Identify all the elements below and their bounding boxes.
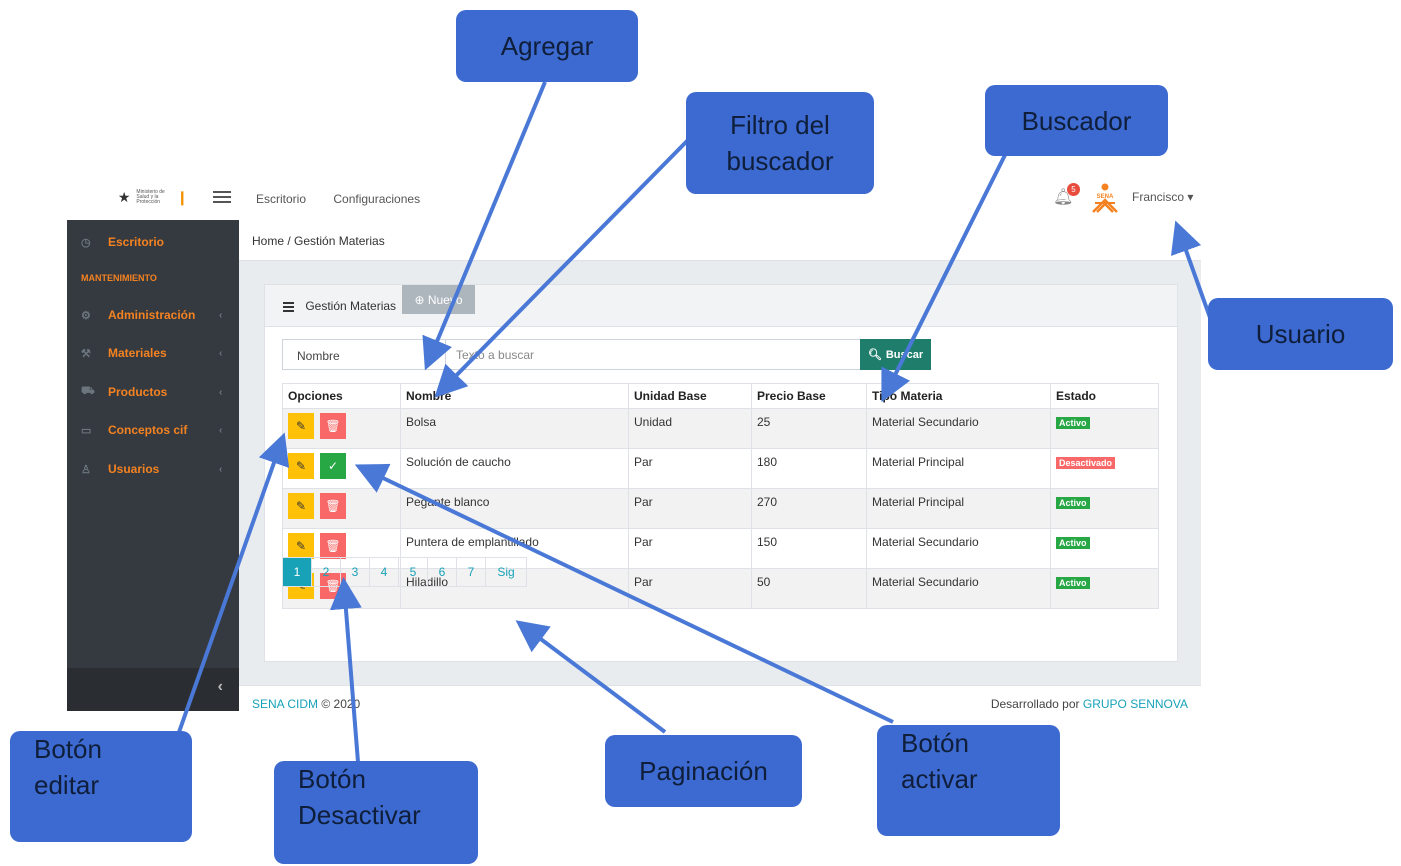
callout-buscador: Buscador <box>985 85 1168 156</box>
callout-buscador-text: Buscador <box>1021 105 1132 136</box>
callout-activar-text-1: Botón <box>901 728 969 758</box>
callout-boton-activar: Botón activar <box>877 725 1060 836</box>
arrow-paginacion <box>515 620 667 734</box>
callout-agregar: Agregar <box>456 10 638 82</box>
callout-filtro-buscador: Filtro del buscador <box>686 92 874 194</box>
arrow-agregar <box>422 81 547 371</box>
callout-boton-desactivar: Botón Desactivar <box>274 761 478 864</box>
callout-editar-text-2: editar <box>34 770 100 800</box>
callout-filtro-text-2: buscador <box>726 146 834 176</box>
callout-desactivar-text-1: Botón <box>298 764 366 794</box>
callout-paginacion-text: Paginación <box>639 756 768 786</box>
callout-desactivar-text-2: Desactivar <box>298 800 421 830</box>
arrow-editar <box>176 432 290 736</box>
callout-boton-editar: Botón editar <box>10 731 192 842</box>
callout-usuario: Usuario <box>1208 298 1393 370</box>
arrow-activar <box>354 463 894 724</box>
arrow-filtro <box>434 136 692 398</box>
callout-filtro-text-1: Filtro del <box>730 110 830 140</box>
callout-usuario-text: Usuario <box>1255 319 1346 349</box>
callout-agregar-text: Agregar <box>500 31 594 61</box>
callout-activar-text-2: activar <box>901 764 978 794</box>
arrow-buscador <box>881 154 1007 403</box>
callout-editar-text-1: Botón <box>34 734 102 764</box>
arrow-desactivar <box>329 577 362 763</box>
callout-paginacion: Paginación <box>605 735 802 807</box>
